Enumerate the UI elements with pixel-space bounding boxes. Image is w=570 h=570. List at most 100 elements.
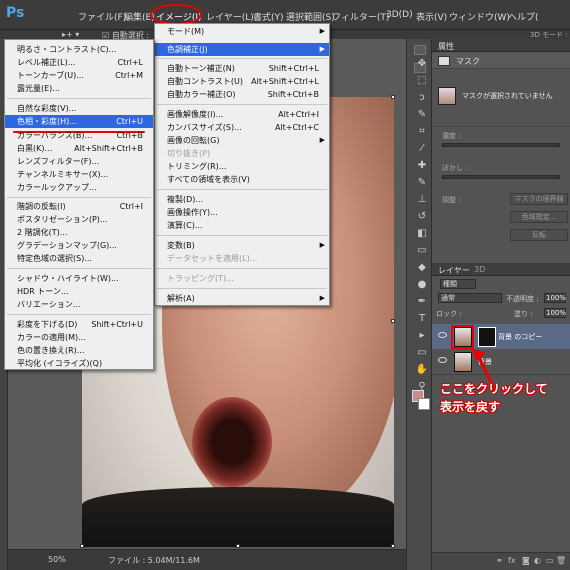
menu-item-mode[interactable]: モード(M) ▶ <box>155 25 329 38</box>
transform-handle[interactable] <box>391 544 395 548</box>
eyedropper-tool-icon[interactable]: ⁄ <box>414 143 430 154</box>
layer-name[interactable]: 背景 のコピー <box>498 332 542 342</box>
mask-edge-button[interactable]: マスクの境界線 <box>510 193 568 205</box>
type-tool-icon[interactable]: T <box>414 313 430 324</box>
menu-item-invert[interactable]: 階調の反転(I) Ctrl+I <box>5 200 153 213</box>
add-mask-icon[interactable]: ◙ <box>522 556 530 565</box>
transform-handle[interactable] <box>236 544 240 548</box>
menu-item-hue-saturation[interactable]: 色相・彩度(H)... Ctrl+U <box>5 115 153 128</box>
gradient-tool-icon[interactable]: ▭ <box>414 245 430 256</box>
color-range-button[interactable]: 色域指定... <box>510 211 568 223</box>
menu-item-analysis[interactable]: 解析(A) ▶ <box>155 292 329 305</box>
menu-item-exposure[interactable]: 露光量(E)... <box>5 82 153 95</box>
menu-layer[interactable]: レイヤー(L) <box>206 10 254 23</box>
blend-mode-select[interactable]: 通常 <box>438 293 502 303</box>
menu-3d[interactable]: 3D(D) <box>386 10 413 20</box>
history-brush-icon[interactable]: ↺ <box>414 211 430 222</box>
menu-item-posterize[interactable]: ポスタリゼーション(P)... <box>5 213 153 226</box>
crop-tool-icon[interactable]: ⌗ <box>414 126 430 137</box>
pen-tool-icon[interactable]: ✒ <box>414 296 430 307</box>
tab-3d[interactable]: 3D <box>474 265 485 274</box>
lasso-tool-icon[interactable]: ↄ <box>414 92 430 103</box>
menu-filter[interactable]: フィルター(T) <box>332 10 389 23</box>
folder-icon[interactable]: ▭ <box>546 556 554 565</box>
feather-slider[interactable] <box>442 175 560 179</box>
menu-item-photo-filter[interactable]: レンズフィルター(F)... <box>5 155 153 168</box>
hand-tool-icon[interactable]: ✋ <box>414 364 430 375</box>
move-tool-icon[interactable]: ✥ <box>414 58 430 69</box>
menu-item-selective-color[interactable]: 特定色域の選択(S)... <box>5 252 153 265</box>
menu-item-color-lookup[interactable]: カラールックアップ... <box>5 181 153 194</box>
stamp-tool-icon[interactable]: ⊥ <box>414 194 430 205</box>
menu-item-equalize[interactable]: 平均化 (イコライズ)(Q) <box>5 357 153 370</box>
menu-item-replace-color[interactable]: 色の置き換え(R)... <box>5 344 153 357</box>
menu-item-brightness-contrast[interactable]: 明るさ・コントラスト(C)... <box>5 43 153 56</box>
zoom-level[interactable]: 50% <box>48 555 66 564</box>
move-tool-option[interactable]: ▸+ ▾ <box>62 30 79 39</box>
menu-item-rotate[interactable]: 画像の回転(G) ▶ <box>155 134 329 147</box>
history-icon[interactable] <box>414 45 426 55</box>
path-select-tool-icon[interactable]: ▸ <box>414 330 430 341</box>
menu-item-canvas-size[interactable]: カンバスサイズ(S)... Alt+Ctrl+C <box>155 121 329 134</box>
menu-item-apply-image[interactable]: 画像操作(Y)... <box>155 206 329 219</box>
menu-window[interactable]: ウィンドウ(W) <box>449 10 510 23</box>
transform-handle[interactable] <box>391 319 395 323</box>
menu-help[interactable]: ヘルプ( <box>508 10 539 23</box>
transform-handle[interactable] <box>391 95 395 99</box>
menu-item-auto-contrast[interactable]: 自動コントラスト(U) Alt+Shift+Ctrl+L <box>155 75 329 88</box>
menu-item-black-white[interactable]: 白黒(K)... Alt+Shift+Ctrl+B <box>5 142 153 155</box>
tab-layers[interactable]: レイヤー <box>438 265 470 276</box>
menu-item-auto-color[interactable]: 自動カラー補正(O) Shift+Ctrl+B <box>155 88 329 101</box>
menu-item-shadows-highlights[interactable]: シャドウ・ハイライト(W)... <box>5 272 153 285</box>
menu-item-reveal-all[interactable]: すべての領域を表示(V) <box>155 173 329 186</box>
menu-item-duplicate[interactable]: 複製(D)... <box>155 193 329 206</box>
background-color-swatch[interactable] <box>418 398 430 410</box>
menu-item-image-size[interactable]: 画像解像度(I)... Alt+Ctrl+I <box>155 108 329 121</box>
menu-item-variables[interactable]: 変数(B) ▶ <box>155 239 329 252</box>
visibility-eye-icon[interactable] <box>438 332 447 338</box>
layer-row[interactable]: 背景 <box>432 349 570 375</box>
menu-item-threshold[interactable]: 2 階調化(T)... <box>5 226 153 239</box>
menu-item-desaturate[interactable]: 彩度を下げる(D) Shift+Ctrl+U <box>5 318 153 331</box>
fill-input[interactable]: 100% <box>544 308 566 318</box>
blur-tool-icon[interactable]: ◆ <box>414 262 430 273</box>
quick-select-tool-icon[interactable]: ✎ <box>414 109 430 120</box>
menu-item-calculations[interactable]: 演算(C)... <box>155 219 329 232</box>
transform-handle[interactable] <box>80 544 84 548</box>
menu-item-trap[interactable]: トラッピング(T)... <box>155 272 329 285</box>
marquee-tool-icon[interactable]: ⬚ <box>414 75 430 86</box>
menu-item-color-balance[interactable]: カラーバランス(B)... Ctrl+B <box>5 129 153 142</box>
opacity-input[interactable]: 100% <box>544 293 566 303</box>
healing-tool-icon[interactable]: ✚ <box>414 160 430 171</box>
trash-icon[interactable]: 🗑 <box>556 556 566 565</box>
menu-view[interactable]: 表示(V) <box>416 10 447 23</box>
menu-item-vibrance[interactable]: 自然な彩度(V)... <box>5 102 153 115</box>
layer-row[interactable]: 背景 のコピー <box>432 324 570 350</box>
invert-button[interactable]: 反転 <box>510 229 568 241</box>
menu-item-adjustments[interactable]: 色調補正(J) ▶ <box>155 43 329 56</box>
menu-item-crop[interactable]: 切り抜き(P) <box>155 147 329 160</box>
menu-item-auto-tone[interactable]: 自動トーン補正(N) Shift+Ctrl+L <box>155 62 329 75</box>
brush-tool-icon[interactable]: ✎ <box>414 177 430 188</box>
dodge-tool-icon[interactable]: ● <box>414 279 430 290</box>
tab-properties[interactable]: 属性 <box>438 41 454 52</box>
menu-item-variations[interactable]: バリエーション... <box>5 298 153 311</box>
layer-kind-select[interactable]: 種類 <box>440 279 476 289</box>
density-slider[interactable] <box>442 143 560 147</box>
visibility-eye-icon[interactable] <box>438 357 447 363</box>
menu-item-curves[interactable]: トーンカーブ(U)... Ctrl+M <box>5 69 153 82</box>
menu-item-gradient-map[interactable]: グラデーションマップ(G)... <box>5 239 153 252</box>
menu-item-apply-dataset[interactable]: データセットを適用(L)... <box>155 252 329 265</box>
menu-item-trim[interactable]: トリミング(R)... <box>155 160 329 173</box>
layer-mask-thumbnail[interactable] <box>478 327 496 347</box>
fx-icon[interactable]: fx <box>508 556 516 565</box>
eraser-tool-icon[interactable]: ◧ <box>414 228 430 239</box>
menu-item-levels[interactable]: レベル補正(L)... Ctrl+L <box>5 56 153 69</box>
menu-item-hdr-toning[interactable]: HDR トーン... <box>5 285 153 298</box>
menu-select[interactable]: 選択範囲(S) <box>286 10 335 23</box>
adjustment-layer-icon[interactable]: ◐ <box>534 556 541 565</box>
shape-tool-icon[interactable]: ▭ <box>414 347 430 358</box>
menu-type[interactable]: 書式(Y) <box>253 10 284 23</box>
menu-item-channel-mixer[interactable]: チャンネルミキサー(X)... <box>5 168 153 181</box>
menu-item-match-color[interactable]: カラーの適用(M)... <box>5 331 153 344</box>
